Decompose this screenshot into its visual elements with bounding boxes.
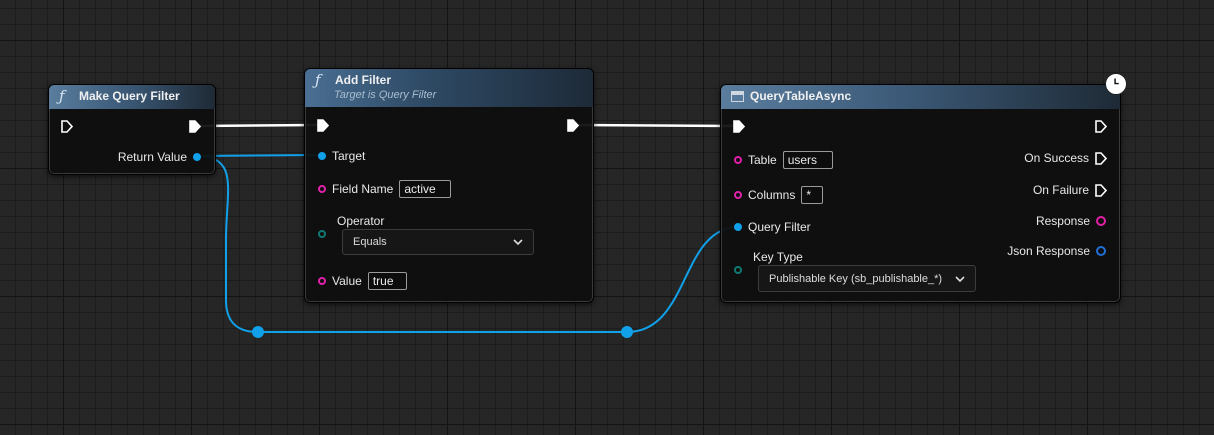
operator-selected-value: Equals — [353, 236, 387, 248]
exec-pin-icon — [189, 120, 201, 133]
struct-pin-icon — [193, 153, 201, 161]
exec-out-pin[interactable] — [189, 120, 201, 133]
pin-label: Json Response — [1007, 244, 1090, 258]
exec-pin-icon — [1095, 183, 1107, 197]
clock-hands — [1114, 78, 1119, 85]
node-title: QueryTableAsync — [750, 89, 852, 103]
field-name-input[interactable]: active — [399, 180, 452, 198]
operator-dropdown[interactable]: Equals — [342, 229, 534, 255]
pin-label: Field Name — [332, 182, 394, 196]
exec-pin-icon — [61, 120, 73, 133]
pin-target[interactable]: Target — [318, 149, 371, 163]
pin-return-value[interactable]: Return Value — [112, 150, 201, 164]
exec-pin-icon — [1095, 120, 1107, 133]
pin-label: Columns — [748, 188, 796, 202]
key-type-dropdown[interactable]: Publishable Key (sb_publishable_*) — [758, 265, 976, 292]
exec-in-pin[interactable] — [733, 120, 745, 133]
exec-in-pin[interactable] — [317, 119, 329, 132]
pin-query-filter[interactable]: Query Filter — [734, 220, 817, 234]
pin-label: Value — [332, 274, 362, 288]
node-make-query-filter[interactable]: ƒ Make Query Filter Return Value — [48, 84, 216, 175]
pin-operator[interactable] — [318, 230, 326, 238]
data-wire-return-to-reroute[interactable] — [195, 155, 259, 333]
pin-label: Response — [1035, 214, 1090, 228]
exec-out-pin[interactable] — [1095, 120, 1107, 133]
pin-label: Operator — [337, 214, 385, 228]
node-title: Make Query Filter — [79, 89, 180, 103]
chevron-down-icon — [513, 239, 523, 246]
exec-wire-make-to-add[interactable] — [197, 123, 319, 128]
node-header[interactable]: ƒ Make Query Filter — [49, 85, 215, 109]
key-type-selected-value: Publishable Key (sb_publishable_*) — [769, 272, 943, 285]
table-icon — [731, 90, 744, 102]
function-icon: ƒ — [315, 71, 321, 89]
object-pin-icon — [1096, 246, 1106, 256]
node-query-table-async[interactable]: QueryTableAsync Table users Columns * Qu… — [720, 84, 1121, 303]
pin-table[interactable]: Table users — [734, 151, 833, 169]
exec-pin-icon — [733, 120, 745, 133]
pin-field-name[interactable]: Field Name active — [318, 180, 452, 198]
function-icon: ƒ — [59, 87, 65, 105]
exec-wire-add-to-query[interactable] — [575, 123, 735, 128]
value-input[interactable]: true — [367, 272, 407, 290]
clock-icon — [1105, 73, 1127, 95]
exec-out-pin[interactable] — [567, 119, 579, 132]
exec-in-pin[interactable] — [61, 120, 73, 133]
pin-label: Query Filter — [748, 220, 811, 234]
node-subtitle: Target is Query Filter — [334, 89, 437, 101]
pin-operator-label: Operator — [337, 214, 384, 228]
exec-pin-icon — [1095, 151, 1107, 165]
exec-pin-icon — [317, 119, 329, 132]
pin-key-type[interactable] — [734, 266, 742, 274]
string-pin-icon — [1096, 216, 1106, 226]
node-add-filter[interactable]: ƒ Add Filter Target is Query Filter Targ… — [304, 68, 594, 303]
string-pin-icon — [318, 277, 326, 285]
pin-on-success[interactable]: On Success — [1018, 151, 1107, 165]
struct-pin-icon — [318, 152, 326, 160]
pin-label: Return Value — [117, 150, 187, 164]
reroute-node-left[interactable] — [252, 326, 264, 338]
pin-on-failure[interactable]: On Failure — [1027, 183, 1107, 197]
enum-pin-icon — [734, 266, 742, 274]
pin-label: Table — [748, 153, 777, 167]
chevron-down-icon — [955, 275, 965, 282]
node-header[interactable]: QueryTableAsync — [721, 85, 1120, 109]
struct-pin-icon — [734, 223, 742, 231]
string-pin-icon — [318, 185, 326, 193]
pin-label: Key Type — [753, 250, 803, 264]
pin-label: On Failure — [1032, 183, 1089, 197]
pin-json-response[interactable]: Json Response — [1001, 244, 1106, 258]
string-pin-icon — [734, 156, 742, 164]
columns-input[interactable]: * — [801, 186, 824, 204]
exec-pin-icon — [567, 119, 579, 132]
node-header[interactable]: ƒ Add Filter Target is Query Filter — [305, 69, 593, 107]
string-pin-icon — [734, 191, 742, 199]
pin-value[interactable]: Value true — [318, 272, 407, 290]
pin-key-type-label: Key Type — [753, 250, 803, 264]
pin-columns[interactable]: Columns * — [734, 186, 824, 204]
enum-pin-icon — [318, 230, 326, 238]
pin-label: On Success — [1024, 151, 1089, 165]
table-input[interactable]: users — [782, 151, 833, 169]
pin-response[interactable]: Response — [1030, 214, 1106, 228]
node-title: Add Filter — [335, 73, 391, 87]
reroute-node-right[interactable] — [621, 326, 633, 338]
pin-label: Target — [332, 149, 366, 163]
